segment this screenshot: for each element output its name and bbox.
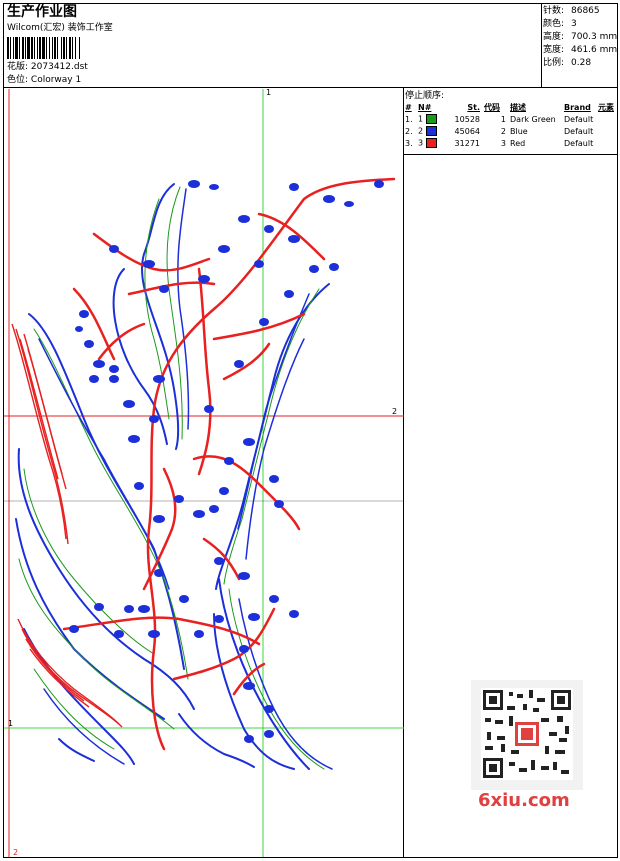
barcode-bar (34, 37, 35, 59)
row-code: 3 (500, 138, 506, 148)
barcode-bar (72, 37, 73, 59)
color-swatch (425, 114, 437, 124)
colorway: 色位: Colorway 1 (7, 75, 82, 85)
watermark: 6xiu.com (478, 790, 570, 811)
col-header: St. (467, 102, 480, 112)
table-row: 2. 2 45064 2 Blue Default (403, 125, 616, 137)
blue-buds (69, 180, 384, 743)
barcode-bar (22, 37, 24, 59)
barcode-bar (7, 37, 9, 59)
stop-sequence-table: # N# St. 代码 描述 Brand 元素 1. 1 10528 1 Dar… (403, 101, 616, 149)
row-element (596, 125, 616, 137)
barcode-bar (37, 37, 38, 59)
row-stitches: 10528 (454, 114, 480, 124)
row-num: 2. (405, 126, 413, 136)
row-n: 3 (416, 137, 442, 149)
barcode-bar (79, 37, 80, 59)
barcode-bar (19, 37, 20, 59)
barcode-bar (25, 37, 26, 59)
stat-height: 高度: 700.3 mm (543, 32, 618, 42)
barcode-bar (10, 37, 11, 59)
marker-right: 2 (392, 407, 397, 416)
barcode-bar (52, 37, 53, 59)
row-desc: Red (510, 138, 526, 148)
row-num: 3. (405, 138, 413, 148)
stat-colors: 颜色: 3 (543, 19, 577, 29)
marker-left: 1 (8, 719, 13, 728)
page-title: 生产作业图 (7, 4, 77, 20)
leaf-strokes (15, 183, 333, 770)
color-swatch (425, 126, 437, 136)
color-swatch (425, 138, 437, 148)
barcode-bar (61, 37, 62, 59)
row-num: 1. (405, 114, 413, 124)
barcode-bar (69, 37, 71, 59)
barcode-bar (15, 37, 18, 59)
barcode-bar (42, 37, 45, 59)
row-brand: Default (564, 138, 594, 148)
stat-scale: 比例: 0.28 (543, 58, 592, 68)
row-brand: Default (564, 126, 594, 136)
barcode-bar (57, 37, 58, 59)
row-element (596, 113, 616, 125)
barcode-bar (27, 37, 30, 59)
barcode (7, 37, 80, 59)
barcode-bar (75, 37, 76, 59)
row-stitches: 45064 (454, 126, 480, 136)
row-n: 2 (416, 125, 442, 137)
barcode-bar (13, 37, 14, 59)
stat-stitches: 针数: 86865 (543, 6, 600, 16)
barcode-bar (49, 37, 50, 59)
row-n: 1 (416, 113, 442, 125)
barcode-bar (39, 37, 41, 59)
studio-name: Wilcom(汇宏) 装饰工作室 (7, 23, 113, 33)
qr-code (471, 680, 583, 790)
design-file: 花版: 2073412.dst (7, 62, 88, 72)
col-header: 描述 (510, 102, 526, 112)
col-header: # (405, 102, 412, 112)
col-header: Brand (564, 102, 591, 112)
col-header: 元素 (598, 102, 614, 112)
barcode-bar (31, 37, 33, 59)
row-stitches: 31271 (454, 138, 480, 148)
stop-table-divider (403, 154, 618, 155)
row-brand: Default (564, 114, 594, 124)
barcode-bar (66, 37, 67, 59)
stats-divider (541, 3, 542, 87)
marker-top: 1 (266, 89, 271, 97)
row-desc: Blue (510, 126, 528, 136)
col-header: N# (418, 102, 432, 112)
row-code: 1 (500, 114, 506, 124)
row-desc: Dark Green (510, 114, 556, 124)
embroidery-design-canvas: 1 2 1 2 (4, 89, 404, 857)
marker-bottom: 2 (13, 848, 18, 857)
barcode-bar (46, 37, 47, 59)
table-row: 3. 3 31271 3 Red Default (403, 137, 616, 149)
header-divider (3, 87, 618, 88)
col-header: 代码 (484, 102, 500, 112)
stat-width: 宽度: 461.6 mm (543, 45, 618, 55)
barcode-bar (54, 37, 56, 59)
barcode-bar (63, 37, 65, 59)
table-header-row: # N# St. 代码 描述 Brand 元素 (403, 101, 616, 113)
row-element (596, 137, 616, 149)
red-hatch-left (11, 323, 123, 728)
row-code: 2 (500, 126, 506, 136)
table-row: 1. 1 10528 1 Dark Green Default (403, 113, 616, 125)
